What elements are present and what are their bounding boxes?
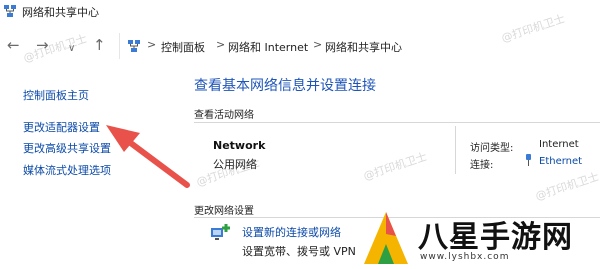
control-panel-icon [128, 40, 140, 52]
breadcrumb-separator: > [147, 38, 157, 51]
sidebar-item-control-panel-home[interactable]: 控制面板主页 [23, 87, 89, 103]
up-arrow-icon[interactable]: ↑ [93, 38, 106, 53]
breadcrumb-control-panel[interactable]: 控制面板 [161, 39, 205, 55]
sidebar-item-change-adapter-settings[interactable]: 更改适配器设置 [23, 119, 100, 135]
sidebar-item-change-advanced-sharing[interactable]: 更改高级共享设置 [23, 140, 111, 156]
breadcrumb-separator: > [216, 38, 226, 51]
title-bar: 网络和共享中心 [0, 0, 600, 28]
setup-new-connection-description: 设置宽带、拨号或 VPN [242, 245, 356, 258]
breadcrumb-network-internet[interactable]: 网络和 Internet [228, 39, 308, 55]
connection-ethernet-link[interactable]: Ethernet [539, 156, 582, 167]
active-networks-heading: 查看活动网络 [194, 110, 254, 121]
site-logo-text: 八星手游网 [418, 220, 573, 255]
new-connection-icon [211, 224, 230, 240]
access-type-value: Internet [539, 139, 579, 150]
window-title: 网络和共享中心 [22, 6, 99, 19]
connection-label: 连接: [470, 160, 494, 171]
watermark: @打印机卫士 [533, 170, 600, 203]
sidebar-item-media-streaming-options[interactable]: 媒体流式处理选项 [23, 162, 111, 178]
network-center-icon [4, 5, 16, 17]
access-type-label: 访问类型: [470, 143, 514, 154]
breadcrumb-separator: > [313, 38, 323, 51]
column-divider [455, 126, 456, 174]
section-divider [194, 122, 600, 123]
back-arrow-icon[interactable]: ← [7, 38, 20, 53]
network-name: Network [213, 139, 266, 152]
watermark: @打印机卫士 [361, 150, 429, 183]
site-logo-url: www.lyshbx.com [420, 252, 510, 262]
change-network-settings-heading: 更改网络设置 [194, 206, 254, 217]
setup-new-connection-link[interactable]: 设置新的连接或网络 [242, 224, 341, 240]
page-title: 查看基本网络信息并设置连接 [194, 78, 376, 94]
breadcrumb-network-sharing-center[interactable]: 网络和共享中心 [325, 39, 402, 55]
ethernet-icon [526, 154, 531, 166]
